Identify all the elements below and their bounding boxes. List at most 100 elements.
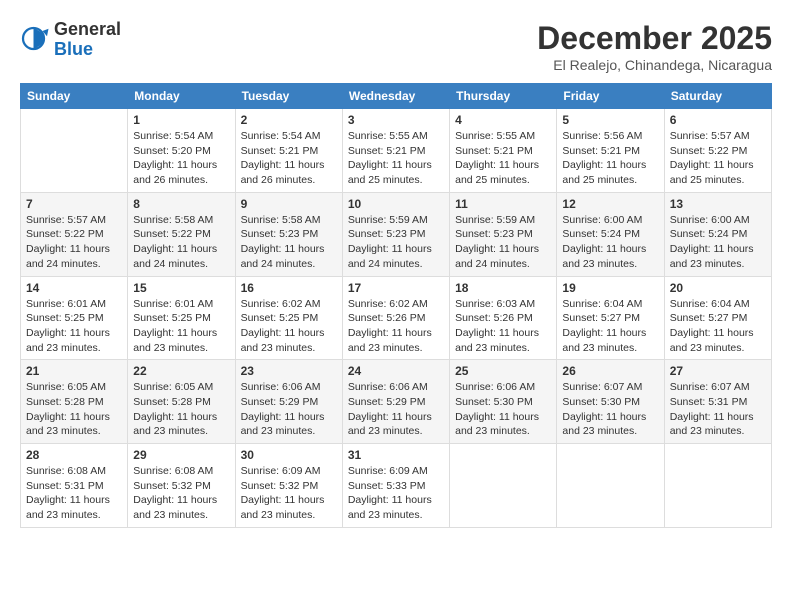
day-number: 17 [348, 281, 444, 295]
day-info: Sunrise: 5:54 AM Sunset: 5:21 PM Dayligh… [241, 129, 337, 188]
calendar-cell: 7Sunrise: 5:57 AM Sunset: 5:22 PM Daylig… [21, 192, 128, 276]
calendar-cell: 11 Sunrise: 5:59 AM Sunset: 5:23 PM Dayli… [450, 192, 557, 276]
calendar-cell: 19 Sunrise: 6:04 AM Sunset: 5:27 PM Dayli… [557, 276, 664, 360]
calendar-cell: 29Sunrise: 6:08 AM Sunset: 5:32 PM Dayli… [128, 444, 235, 528]
month-title: December 2025 [537, 20, 772, 57]
logo-icon [20, 25, 50, 55]
day-info: Sunrise: 6:00 AM Sunset: 5:24 PM Dayligh… [562, 213, 658, 272]
day-number: 13 [670, 197, 766, 211]
day-number: 11 [455, 197, 551, 211]
weekday-header-sunday: Sunday [21, 84, 128, 109]
calendar-cell: 8Sunrise: 5:58 AM Sunset: 5:22 PM Daylig… [128, 192, 235, 276]
calendar-cell: 10Sunrise: 5:59 AM Sunset: 5:23 PM Dayli… [342, 192, 449, 276]
day-number: 23 [241, 364, 337, 378]
day-info: Sunrise: 6:06 AM Sunset: 5:29 PM Dayligh… [241, 380, 337, 439]
day-number: 1 [133, 113, 229, 127]
calendar-table: SundayMondayTuesdayWednesdayThursdayFrid… [20, 83, 772, 528]
day-number: 5 [562, 113, 658, 127]
day-info: Sunrise: 5:58 AM Sunset: 5:23 PM Dayligh… [241, 213, 337, 272]
day-number: 16 [241, 281, 337, 295]
calendar-week-4: 21 Sunrise: 6:05 AM Sunset: 5:28 PM Dayli… [21, 360, 772, 444]
day-info: Sunrise: 6:06 AM Sunset: 5:30 PM Dayligh… [455, 380, 551, 439]
day-number: 28 [26, 448, 122, 462]
day-number: 6 [670, 113, 766, 127]
day-number: 19 [562, 281, 658, 295]
day-info: Sunrise: 5:56 AM Sunset: 5:21 PM Dayligh… [562, 129, 658, 188]
day-info: Sunrise: 6:04 AM Sunset: 5:27 PM Dayligh… [562, 297, 658, 356]
calendar-cell: 1 Sunrise: 5:54 AM Sunset: 5:20 PM Daylig… [128, 109, 235, 193]
calendar-cell: 14Sunrise: 6:01 AM Sunset: 5:25 PM Dayli… [21, 276, 128, 360]
day-info: Sunrise: 5:55 AM Sunset: 5:21 PM Dayligh… [455, 129, 551, 188]
calendar-cell: 18 Sunrise: 6:03 AM Sunset: 5:26 PM Dayli… [450, 276, 557, 360]
day-info: Sunrise: 6:07 AM Sunset: 5:31 PM Dayligh… [670, 380, 766, 439]
calendar-cell: 25Sunrise: 6:06 AM Sunset: 5:30 PM Dayli… [450, 360, 557, 444]
calendar-cell: 6 Sunrise: 5:57 AM Sunset: 5:22 PM Daylig… [664, 109, 771, 193]
calendar-cell: 5 Sunrise: 5:56 AM Sunset: 5:21 PM Daylig… [557, 109, 664, 193]
weekday-header-friday: Friday [557, 84, 664, 109]
calendar-cell: 20 Sunrise: 6:04 AM Sunset: 5:27 PM Dayli… [664, 276, 771, 360]
weekday-header-thursday: Thursday [450, 84, 557, 109]
logo-text: General Blue [54, 20, 121, 60]
day-info: Sunrise: 6:04 AM Sunset: 5:27 PM Dayligh… [670, 297, 766, 356]
calendar-cell: 4 Sunrise: 5:55 AM Sunset: 5:21 PM Daylig… [450, 109, 557, 193]
day-number: 3 [348, 113, 444, 127]
day-info: Sunrise: 6:02 AM Sunset: 5:25 PM Dayligh… [241, 297, 337, 356]
day-info: Sunrise: 5:58 AM Sunset: 5:22 PM Dayligh… [133, 213, 229, 272]
day-number: 30 [241, 448, 337, 462]
day-number: 18 [455, 281, 551, 295]
day-info: Sunrise: 6:03 AM Sunset: 5:26 PM Dayligh… [455, 297, 551, 356]
weekday-header-saturday: Saturday [664, 84, 771, 109]
calendar-header: SundayMondayTuesdayWednesdayThursdayFrid… [21, 84, 772, 109]
day-info: Sunrise: 5:57 AM Sunset: 5:22 PM Dayligh… [670, 129, 766, 188]
weekday-row: SundayMondayTuesdayWednesdayThursdayFrid… [21, 84, 772, 109]
day-number: 9 [241, 197, 337, 211]
day-number: 21 [26, 364, 122, 378]
location: El Realejo, Chinandega, Nicaragua [537, 57, 772, 73]
day-number: 4 [455, 113, 551, 127]
weekday-header-wednesday: Wednesday [342, 84, 449, 109]
calendar-cell: 17Sunrise: 6:02 AM Sunset: 5:26 PM Dayli… [342, 276, 449, 360]
day-info: Sunrise: 6:05 AM Sunset: 5:28 PM Dayligh… [133, 380, 229, 439]
day-number: 15 [133, 281, 229, 295]
calendar-cell: 16 Sunrise: 6:02 AM Sunset: 5:25 PM Dayli… [235, 276, 342, 360]
day-number: 7 [26, 197, 122, 211]
day-number: 22 [133, 364, 229, 378]
day-info: Sunrise: 6:07 AM Sunset: 5:30 PM Dayligh… [562, 380, 658, 439]
calendar-cell: 28Sunrise: 6:08 AM Sunset: 5:31 PM Dayli… [21, 444, 128, 528]
calendar-cell: 22 Sunrise: 6:05 AM Sunset: 5:28 PM Dayli… [128, 360, 235, 444]
calendar-cell: 23 Sunrise: 6:06 AM Sunset: 5:29 PM Dayli… [235, 360, 342, 444]
day-info: Sunrise: 6:09 AM Sunset: 5:33 PM Dayligh… [348, 464, 444, 523]
day-info: Sunrise: 5:59 AM Sunset: 5:23 PM Dayligh… [455, 213, 551, 272]
day-number: 2 [241, 113, 337, 127]
day-number: 24 [348, 364, 444, 378]
day-info: Sunrise: 6:01 AM Sunset: 5:25 PM Dayligh… [133, 297, 229, 356]
day-number: 20 [670, 281, 766, 295]
day-info: Sunrise: 6:00 AM Sunset: 5:24 PM Dayligh… [670, 213, 766, 272]
calendar-cell: 3 Sunrise: 5:55 AM Sunset: 5:21 PM Daylig… [342, 109, 449, 193]
calendar-cell: 31 Sunrise: 6:09 AM Sunset: 5:33 PM Dayli… [342, 444, 449, 528]
day-number: 26 [562, 364, 658, 378]
calendar-week-5: 28Sunrise: 6:08 AM Sunset: 5:31 PM Dayli… [21, 444, 772, 528]
calendar-cell [21, 109, 128, 193]
day-number: 27 [670, 364, 766, 378]
day-info: Sunrise: 5:55 AM Sunset: 5:21 PM Dayligh… [348, 129, 444, 188]
weekday-header-monday: Monday [128, 84, 235, 109]
day-info: Sunrise: 6:06 AM Sunset: 5:29 PM Dayligh… [348, 380, 444, 439]
page-header: General Blue December 2025 El Realejo, C… [20, 20, 772, 73]
day-number: 31 [348, 448, 444, 462]
calendar-cell: 21Sunrise: 6:05 AM Sunset: 5:28 PM Dayli… [21, 360, 128, 444]
calendar-cell: 24 Sunrise: 6:06 AM Sunset: 5:29 PM Dayli… [342, 360, 449, 444]
calendar-week-2: 7Sunrise: 5:57 AM Sunset: 5:22 PM Daylig… [21, 192, 772, 276]
calendar-cell [664, 444, 771, 528]
title-block: December 2025 El Realejo, Chinandega, Ni… [537, 20, 772, 73]
calendar-cell: 9 Sunrise: 5:58 AM Sunset: 5:23 PM Daylig… [235, 192, 342, 276]
logo: General Blue [20, 20, 121, 60]
logo-general: General [54, 20, 121, 40]
calendar-cell: 2 Sunrise: 5:54 AM Sunset: 5:21 PM Daylig… [235, 109, 342, 193]
calendar-cell: 27 Sunrise: 6:07 AM Sunset: 5:31 PM Dayli… [664, 360, 771, 444]
day-number: 29 [133, 448, 229, 462]
day-info: Sunrise: 5:54 AM Sunset: 5:20 PM Dayligh… [133, 129, 229, 188]
day-number: 12 [562, 197, 658, 211]
day-info: Sunrise: 5:59 AM Sunset: 5:23 PM Dayligh… [348, 213, 444, 272]
calendar-cell: 15 Sunrise: 6:01 AM Sunset: 5:25 PM Dayli… [128, 276, 235, 360]
